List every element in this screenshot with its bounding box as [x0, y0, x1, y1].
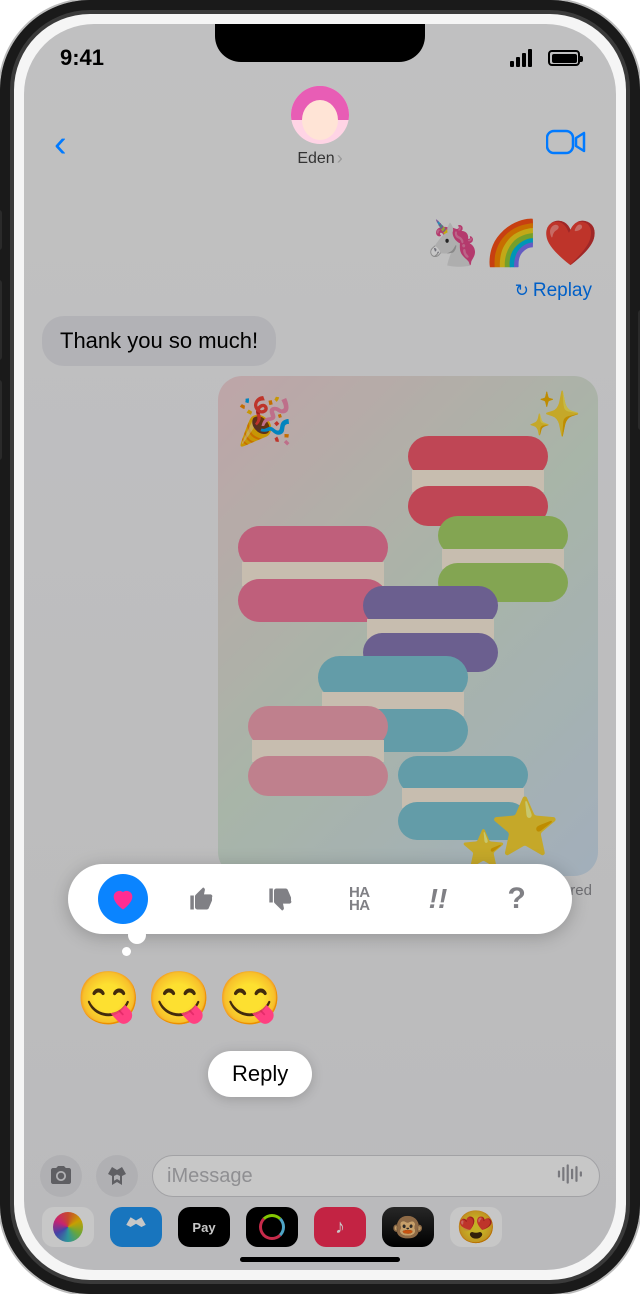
- message-composer: iMessage: [24, 1150, 616, 1202]
- tapback-panel: HAHA !! ? 😋 😋 😋 Reply: [68, 864, 572, 1097]
- replay-effect-button[interactable]: ↻ Replay: [42, 280, 598, 302]
- contact-avatar: [291, 86, 349, 144]
- back-button[interactable]: ‹: [54, 123, 67, 166]
- message-input[interactable]: iMessage: [152, 1155, 600, 1197]
- app-memoji[interactable]: 😍: [450, 1207, 502, 1247]
- incoming-message-text: Thank you so much!: [60, 328, 258, 353]
- facetime-video-button[interactable]: [546, 128, 586, 161]
- app-music[interactable]: ♪: [314, 1207, 366, 1247]
- app-apple-pay[interactable]: Pay: [178, 1207, 230, 1247]
- status-time: 9:41: [60, 45, 104, 71]
- imessage-app-drawer[interactable]: Pay ♪ 🐵 😍: [24, 1202, 616, 1252]
- cellular-signal-icon: [510, 49, 532, 67]
- tapback-question-button[interactable]: ?: [492, 874, 542, 924]
- replay-icon: ↻: [515, 281, 529, 301]
- tapback-like-button[interactable]: [177, 874, 227, 924]
- home-indicator[interactable]: [240, 1257, 400, 1262]
- tapback-dislike-button[interactable]: [256, 874, 306, 924]
- tapback-love-button[interactable]: [98, 874, 148, 924]
- app-animoji[interactable]: 🐵: [382, 1207, 434, 1247]
- incoming-message-bubble[interactable]: Thank you so much!: [42, 316, 276, 366]
- emoji-face-savoring: 😋: [76, 968, 141, 1029]
- emoji-face-savoring: 😋: [147, 968, 212, 1029]
- notch: [215, 24, 425, 62]
- message-placeholder: iMessage: [167, 1165, 253, 1188]
- tapback-haha-button[interactable]: HAHA: [334, 874, 384, 924]
- tapback-options: HAHA !! ?: [68, 864, 572, 934]
- iphone-device-frame: 9:41 ‹ Eden: [0, 0, 640, 1294]
- screen: 9:41 ‹ Eden: [24, 24, 616, 1270]
- emoji-reply-message[interactable]: 😋 😋 😋: [68, 968, 572, 1029]
- party-popper-overlay: 🎉: [236, 394, 293, 449]
- conversation-header: ‹ Eden: [24, 84, 616, 204]
- reply-button[interactable]: Reply: [208, 1051, 312, 1097]
- volume-down-button: [0, 380, 2, 460]
- heart-sticker: ❤️: [543, 222, 598, 266]
- sent-image-message[interactable]: 🎉 ✨ ⭐ ⭐: [218, 376, 598, 876]
- voice-message-icon[interactable]: [557, 1163, 585, 1190]
- sent-effect-message[interactable]: 🦄 🌈 ❤️: [42, 214, 598, 274]
- tapback-exclaim-button[interactable]: !!: [413, 874, 463, 924]
- app-fitness[interactable]: [246, 1207, 298, 1247]
- sparkle-overlay: ✨: [527, 388, 582, 440]
- volume-up-button: [0, 280, 2, 360]
- app-photos[interactable]: [42, 1207, 94, 1247]
- mute-switch: [0, 210, 2, 250]
- battery-icon: [548, 50, 580, 66]
- emoji-face-savoring: 😋: [218, 968, 283, 1029]
- app-store[interactable]: [110, 1207, 162, 1247]
- rainbow-sticker: 🌈: [484, 222, 539, 266]
- unicorn-sticker: 🦄: [426, 222, 481, 266]
- camera-button[interactable]: [40, 1155, 82, 1197]
- contact-info-button[interactable]: Eden: [291, 86, 349, 169]
- imessage-apps-button[interactable]: [96, 1155, 138, 1197]
- contact-name: Eden: [291, 148, 349, 169]
